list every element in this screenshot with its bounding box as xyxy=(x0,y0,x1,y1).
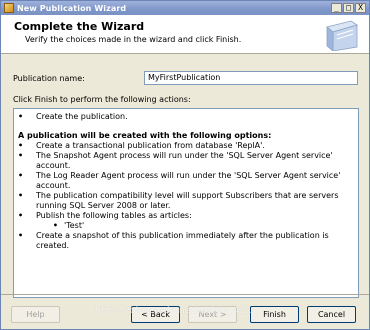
list-item-text: The Log Reader Agent process will run un… xyxy=(36,171,341,190)
list-item-text: The publication compatibility level will… xyxy=(36,191,339,210)
next-button[interactable]: Next > xyxy=(188,306,237,323)
cancel-button[interactable]: Cancel xyxy=(307,306,356,323)
bullet-icon: • xyxy=(18,151,24,160)
list-item: • Publish the following tables as articl… xyxy=(18,211,354,221)
finish-button[interactable]: Finish xyxy=(250,306,299,323)
window-title: New Publication Wizard xyxy=(17,3,127,13)
bullet-icon: • xyxy=(18,141,24,150)
bullet-icon: • xyxy=(18,171,24,180)
wizard-footer: Help < Back Next > Finish Cancel xyxy=(1,294,369,330)
page-title: Complete the Wizard xyxy=(14,20,145,33)
wizard-window: New Publication Wizard _ □ X Complete th… xyxy=(0,0,370,330)
maximize-button[interactable]: □ xyxy=(343,3,354,13)
minimize-button[interactable]: _ xyxy=(331,3,342,13)
list-item: • Create the publication. xyxy=(18,112,354,122)
list-item: • The publication compatibility level wi… xyxy=(18,191,354,211)
bullet-icon: • xyxy=(18,231,24,240)
list-item-text: Create a transactional publication from … xyxy=(36,141,265,150)
publication-name-label: Publication name: xyxy=(13,74,85,83)
wizard-content: Publication name: MyFirstPublication Cli… xyxy=(1,54,369,298)
list-item: • The Log Reader Agent process will run … xyxy=(18,171,354,191)
list-item: • Create a transactional publication fro… xyxy=(18,141,354,151)
bullet-icon: • xyxy=(18,211,24,220)
article-item: • 'Test' xyxy=(18,221,354,231)
article-name: 'Test' xyxy=(64,221,85,230)
window-controls: _ □ X xyxy=(331,3,366,13)
help-button[interactable]: Help xyxy=(11,306,60,323)
wizard-app-icon xyxy=(4,3,14,13)
close-button[interactable]: X xyxy=(355,3,366,13)
page-subtitle: Verify the choices made in the wizard an… xyxy=(25,35,242,44)
wizard-header: Complete the Wizard Verify the choices m… xyxy=(1,15,369,54)
publication-name-input[interactable]: MyFirstPublication xyxy=(144,71,358,85)
instructions-text: Click Finish to perform the following ac… xyxy=(13,95,191,104)
list-item-text: Publish the following tables as articles… xyxy=(36,211,192,220)
publication-book-icon xyxy=(326,20,358,51)
list-item-text: The Snapshot Agent process will run unde… xyxy=(36,151,333,170)
back-button[interactable]: < Back xyxy=(131,306,180,323)
list-item: • The Snapshot Agent process will run un… xyxy=(18,151,354,171)
list-item-text: Create a snapshot of this publication im… xyxy=(36,231,329,250)
list-item-text: Create the publication. xyxy=(36,112,128,121)
actions-summary-box[interactable]: • Create the publication. A publication … xyxy=(13,108,359,298)
title-bar[interactable]: New Publication Wizard _ □ X xyxy=(1,1,369,15)
options-heading: A publication will be created with the f… xyxy=(18,131,272,140)
bullet-icon: • xyxy=(18,112,24,121)
bullet-icon: • xyxy=(52,221,58,230)
list-item: • Create a snapshot of this publication … xyxy=(18,231,354,251)
bullet-icon: • xyxy=(18,191,24,200)
